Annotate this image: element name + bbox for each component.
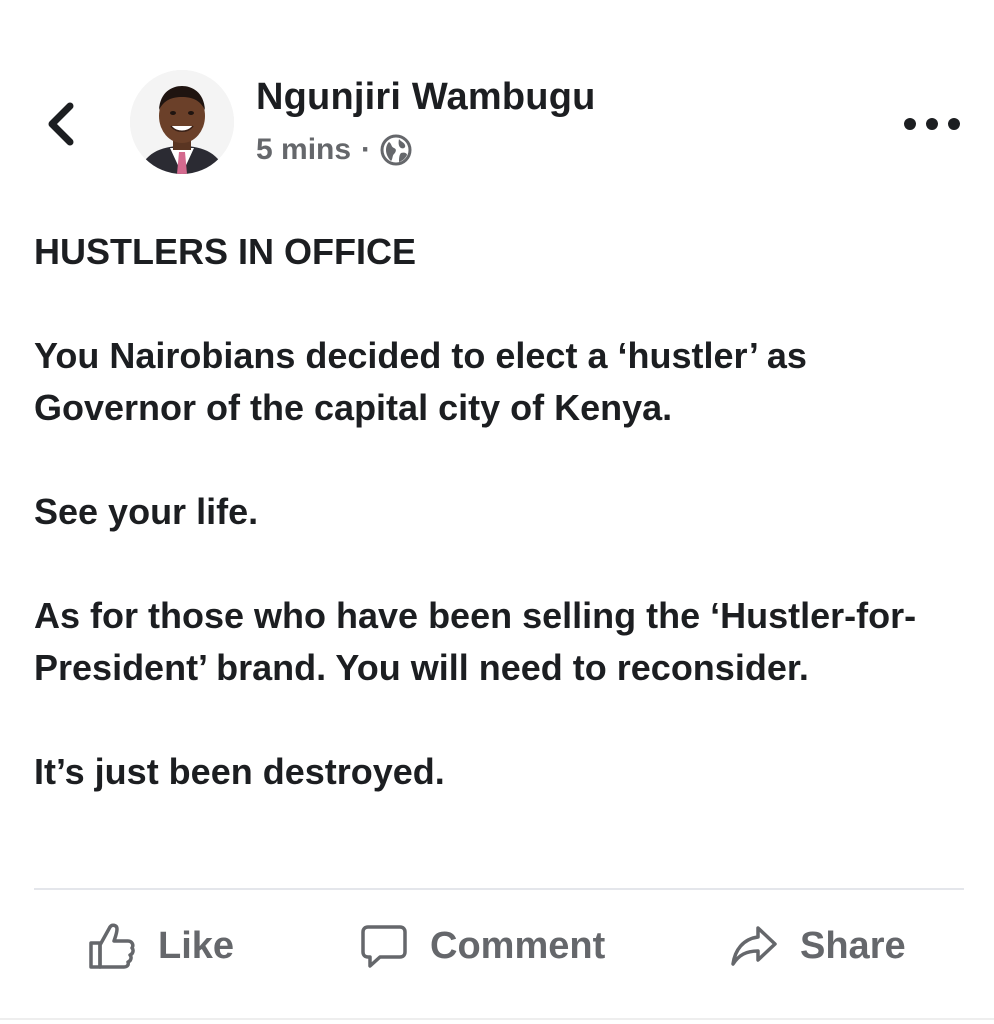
- post-paragraph: As for those who have been selling the ‘…: [34, 595, 917, 688]
- share-button[interactable]: Share: [730, 912, 906, 980]
- meta-separator: ·: [361, 133, 372, 166]
- like-label: Like: [158, 924, 235, 967]
- actions-divider: [34, 888, 964, 890]
- like-button[interactable]: Like: [88, 912, 234, 980]
- comment-label: Comment: [430, 924, 606, 967]
- thumbs-up-icon: [89, 923, 135, 969]
- post-heading: HUSTLERS IN OFFICE: [34, 231, 417, 272]
- more-options-button[interactable]: [900, 108, 964, 140]
- bottom-divider: [0, 1018, 994, 1020]
- chevron-left-icon: [48, 102, 74, 146]
- speech-bubble-icon: [361, 925, 407, 968]
- post-header: Ngunjiri Wambugu 5 mins ·: [0, 0, 994, 200]
- post-paragraph: It’s just been destroyed.: [34, 751, 445, 792]
- share-arrow-icon: [731, 926, 777, 966]
- author-name[interactable]: Ngunjiri Wambugu: [256, 76, 596, 119]
- post-paragraph: See your life.: [34, 491, 259, 532]
- comment-button[interactable]: Comment: [360, 912, 605, 980]
- post-meta: 5 mins ·: [256, 130, 413, 170]
- globe-icon[interactable]: [379, 133, 413, 167]
- post-actions-bar: Like Comment Share: [0, 912, 994, 980]
- post-text: HUSTLERS IN OFFICE You Nairobians decide…: [34, 226, 964, 798]
- post-time[interactable]: 5 mins: [256, 133, 351, 167]
- back-button[interactable]: [40, 98, 86, 150]
- post-paragraph: You Nairobians decided to elect a ‘hustl…: [34, 335, 807, 428]
- more-horizontal-icon: [904, 118, 960, 130]
- avatar[interactable]: [130, 70, 234, 174]
- author-photo: [130, 70, 234, 174]
- share-label: Share: [800, 924, 906, 967]
